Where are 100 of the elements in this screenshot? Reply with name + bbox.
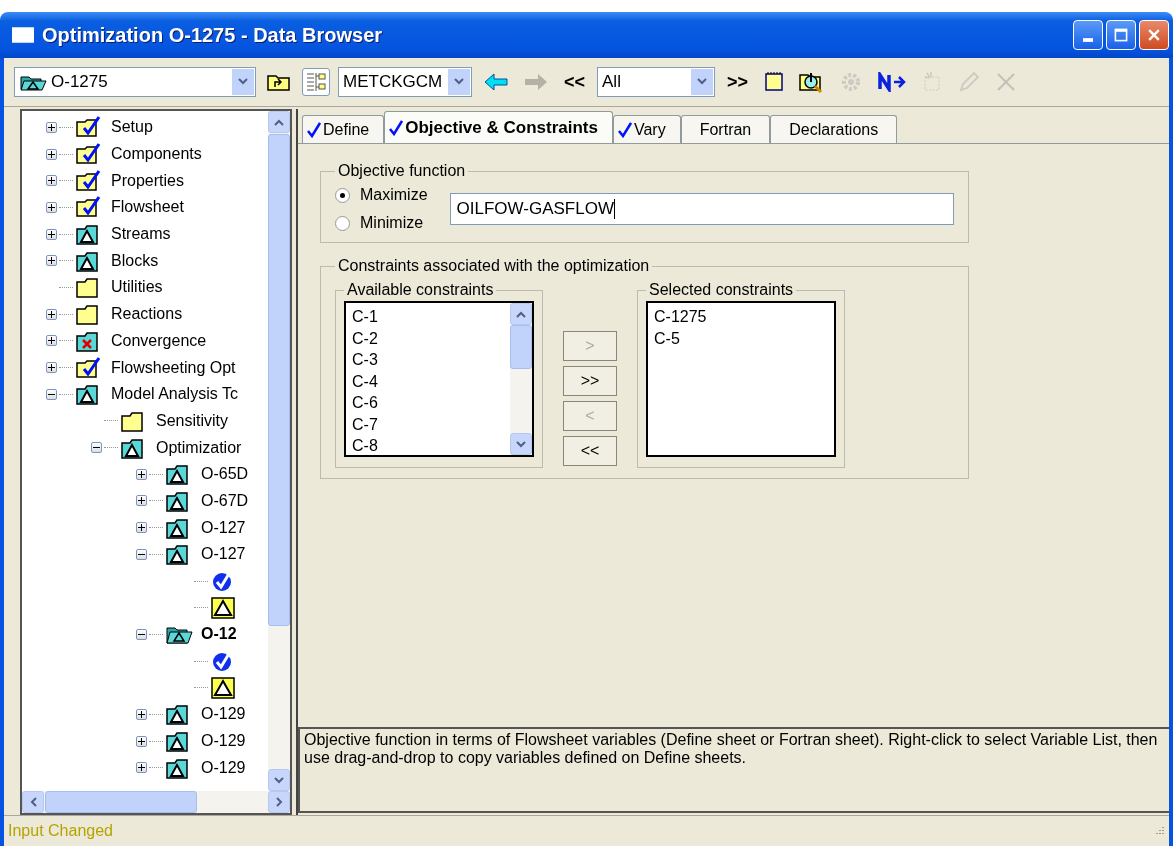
list-item[interactable]: C-2 xyxy=(352,327,504,349)
checked-folder-icon xyxy=(75,169,103,192)
group-title: Constraints associated with the optimization xyxy=(337,257,651,275)
list-scrollbar[interactable] xyxy=(510,303,532,455)
vertical-scrollbar[interactable] xyxy=(268,111,290,791)
scroll-right-icon xyxy=(275,797,283,807)
available-list[interactable]: C-1 C-2 C-3 C-4 C-6 C-7 C-8 xyxy=(344,301,534,457)
tree-item[interactable]: Properties xyxy=(111,171,184,190)
expand-icon[interactable] xyxy=(46,121,57,133)
collapse-icon[interactable] xyxy=(136,548,147,560)
list-item[interactable]: C-7 xyxy=(352,413,504,435)
horizontal-scrollbar[interactable] xyxy=(22,791,290,813)
move-button[interactable]: >> xyxy=(563,366,617,396)
scroll-up-icon xyxy=(516,310,526,318)
list-item[interactable]: C-6 xyxy=(352,392,504,414)
expand-icon[interactable] xyxy=(136,708,147,720)
collapse-icon[interactable] xyxy=(91,442,102,454)
expand-icon[interactable] xyxy=(46,362,57,374)
close-icon xyxy=(1146,27,1162,43)
radio-label: Maximize xyxy=(360,186,428,204)
close-button[interactable] xyxy=(1139,20,1169,50)
checkmark-icon xyxy=(307,121,321,138)
next-button[interactable]: >> xyxy=(723,71,753,93)
expand-icon[interactable] xyxy=(136,495,147,507)
tree-item[interactable]: Flowsheeting Opt xyxy=(111,358,236,377)
minimize-button[interactable] xyxy=(1073,20,1103,50)
tab[interactable]: Vary xyxy=(612,115,681,143)
expand-icon[interactable] xyxy=(46,201,57,213)
tree-item[interactable]: O-127 xyxy=(201,545,246,564)
note-icon xyxy=(763,71,786,93)
list-item[interactable]: C-8 xyxy=(352,435,504,457)
checked-folder-icon xyxy=(75,143,103,166)
tree-item[interactable]: O-129 xyxy=(201,732,246,751)
expand-icon[interactable] xyxy=(136,762,147,774)
expand-icon[interactable] xyxy=(136,735,147,747)
checked-folder-icon xyxy=(75,196,103,219)
expand-icon[interactable] xyxy=(46,228,57,240)
window-icon xyxy=(12,27,34,43)
tab[interactable]: Declarations xyxy=(770,115,898,143)
expression-field[interactable]: OILFOW-GASFLOW xyxy=(449,193,954,225)
radio-option[interactable]: Maximize xyxy=(335,186,428,204)
tree-item[interactable]: Reactions xyxy=(111,305,183,324)
units-dropdown[interactable]: METCKGCM xyxy=(338,67,472,97)
expand-icon[interactable] xyxy=(46,335,57,347)
group-title: Selected constraints xyxy=(648,281,795,299)
checkmark-icon xyxy=(617,121,632,138)
tree-item[interactable]: Streams xyxy=(111,225,171,244)
expand-icon[interactable] xyxy=(46,255,57,267)
radio-option[interactable]: Minimize xyxy=(335,214,428,232)
tree-item[interactable]: Setup xyxy=(111,118,153,137)
expand-icon[interactable] xyxy=(136,522,147,534)
tree-item[interactable]: Utilities xyxy=(111,278,163,297)
tree-item[interactable]: Sensitivity xyxy=(156,411,229,430)
tree-item[interactable]: Optimizatior xyxy=(156,438,242,457)
previous-button[interactable]: << xyxy=(560,71,590,93)
expand-icon[interactable] xyxy=(46,148,57,160)
list-item[interactable]: C-4 xyxy=(352,370,504,392)
tree-item[interactable]: Convergence xyxy=(111,331,207,350)
tree-item[interactable]: Model Analysis Tc xyxy=(111,385,238,404)
description-text: Objective function in terms of Flowsheet variables (Define sheet or Fortran sheet). Right-click to select Variable List, then use drag-and-drop to copy variables defined on Define sheets. xyxy=(304,731,1158,766)
selected-list[interactable]: C-1275 C-5 xyxy=(646,301,836,457)
maximize-icon xyxy=(1113,27,1129,43)
tree-item[interactable]: Flowsheet xyxy=(111,198,184,217)
move-button[interactable]: << xyxy=(563,436,617,466)
minimize-icon xyxy=(1083,37,1093,42)
object-dropdown[interactable]: O-1275 xyxy=(14,67,256,97)
expand-icon[interactable] xyxy=(46,175,57,187)
checked-folder-icon xyxy=(75,356,103,379)
list-item[interactable]: C-1275 xyxy=(654,306,828,328)
expand-icon[interactable] xyxy=(46,308,57,320)
tree-item[interactable]: O-129 xyxy=(201,705,246,724)
tab[interactable]: Define xyxy=(302,115,385,143)
list-item[interactable]: C-5 xyxy=(654,327,828,349)
triangle-form-icon xyxy=(210,676,238,699)
scroll-down-icon xyxy=(274,776,284,784)
group-title: Available constraints xyxy=(346,281,495,299)
list-item[interactable]: C-3 xyxy=(352,349,504,371)
tree-item[interactable]: Components xyxy=(111,145,202,164)
tree-view-icon xyxy=(305,71,327,93)
filter-dropdown[interactable]: All xyxy=(597,67,716,97)
tree-view-button[interactable] xyxy=(302,68,330,96)
tab[interactable]: Objective & Constraints xyxy=(384,111,613,143)
tree-item[interactable]: O-65D xyxy=(201,465,249,484)
expand-icon[interactable] xyxy=(136,468,147,480)
pencil-icon xyxy=(957,70,982,94)
tree-item[interactable]: O-12 xyxy=(201,625,237,644)
tab[interactable]: Fortran xyxy=(680,115,771,143)
group-title: Objective function xyxy=(337,162,467,180)
tree-item[interactable]: O-127 xyxy=(201,518,246,537)
list-item[interactable]: C-1 xyxy=(352,306,504,328)
collapse-icon[interactable] xyxy=(46,388,57,400)
scroll-left-icon xyxy=(29,797,37,807)
tree-item[interactable]: O-129 xyxy=(201,758,246,777)
maximize-button[interactable] xyxy=(1106,20,1136,50)
tree-item[interactable]: O-67D xyxy=(201,491,249,510)
tree-item[interactable]: Blocks xyxy=(111,251,159,270)
delete-icon xyxy=(995,71,1018,93)
collapse-icon[interactable] xyxy=(136,628,147,640)
scroll-down-icon xyxy=(516,440,526,448)
status-message: Input Changed xyxy=(8,822,113,840)
